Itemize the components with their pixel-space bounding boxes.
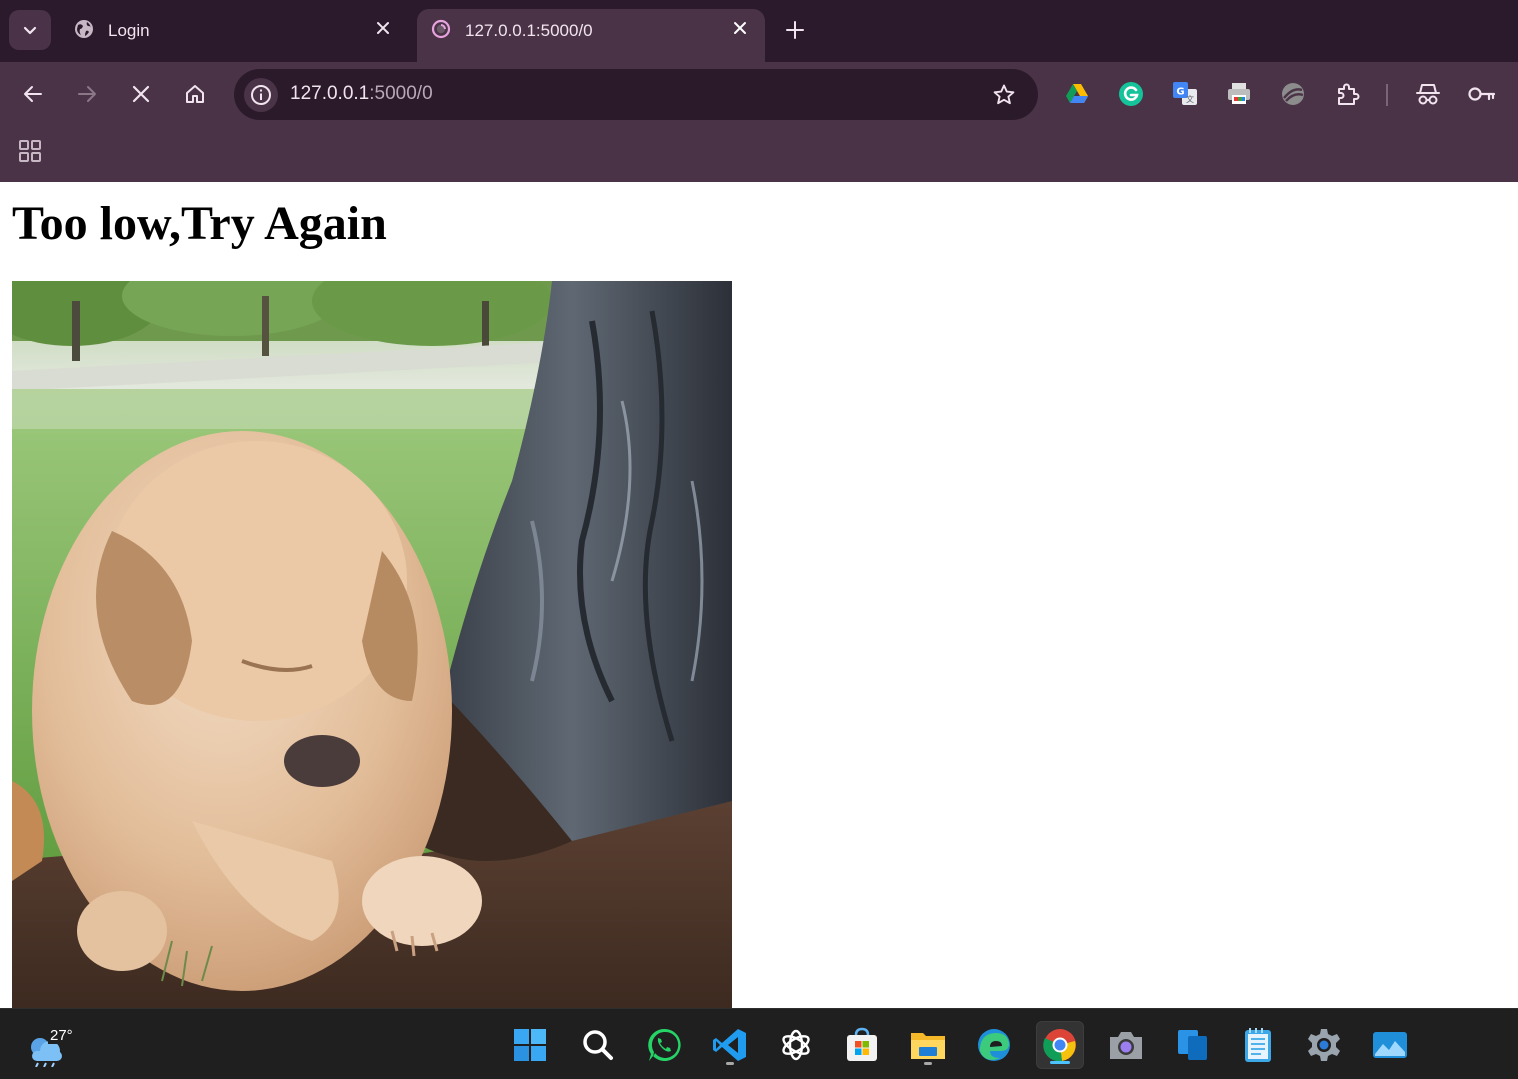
toolbar-divider [1386, 84, 1388, 106]
browser-toolbar: 127.0.0.1:5000/0 G 文 [0, 62, 1518, 128]
stop-loading-button[interactable] [123, 76, 159, 112]
windows-app-icon [1178, 1030, 1207, 1060]
forward-button[interactable] [69, 76, 105, 112]
print-friendly-icon [1228, 83, 1250, 104]
tab-strip: Login 127.0.0.1:5000/0 [0, 0, 1518, 62]
tab-login[interactable]: Login [60, 9, 408, 62]
url-text[interactable]: 127.0.0.1:5000/0 [290, 83, 433, 105]
notepad-icon [1245, 1028, 1271, 1062]
file-explorer-icon [911, 1033, 945, 1059]
taskbar-chrome[interactable] [1036, 1021, 1084, 1069]
url-host: 127.0.0.1 [290, 83, 370, 104]
google-drive-extension[interactable] [1062, 78, 1092, 110]
forward-icon [78, 86, 96, 102]
globe-icon [75, 20, 93, 38]
active-indicator [1050, 1061, 1070, 1064]
vpn-extension[interactable] [1278, 78, 1308, 110]
info-icon [251, 85, 271, 105]
back-icon [24, 86, 42, 102]
vpn-extension-icon [1282, 83, 1304, 105]
photos-icon [1373, 1032, 1407, 1058]
extensions-menu-button[interactable] [1332, 78, 1362, 110]
loading-spinner-icon [431, 19, 451, 39]
bookmarks-bar [0, 128, 1518, 182]
web-page: Too low,Try Again [0, 182, 1518, 1008]
svg-text:文: 文 [1186, 94, 1194, 104]
chevron-down-icon [23, 26, 37, 35]
grammarly-icon [1119, 82, 1143, 106]
url-path: :5000/0 [369, 83, 433, 104]
tab-title: 127.0.0.1:5000/0 [465, 21, 593, 40]
site-info-button[interactable] [244, 78, 278, 112]
chatgpt-icon [782, 1029, 810, 1061]
taskbar-chatgpt[interactable] [772, 1021, 820, 1069]
weather-widget[interactable]: 27° [26, 1023, 75, 1067]
back-button[interactable] [15, 76, 51, 112]
settings-icon [1308, 1029, 1340, 1061]
home-button[interactable] [177, 76, 213, 112]
password-manager-button[interactable] [1467, 78, 1497, 110]
plus-icon [786, 21, 804, 39]
stop-icon [132, 85, 150, 103]
running-indicator [726, 1062, 734, 1065]
taskbar-photos[interactable] [1366, 1021, 1414, 1069]
svg-text:G: G [1176, 87, 1184, 98]
taskbar-whatsapp[interactable] [640, 1021, 688, 1069]
apps-grid-icon [19, 140, 41, 162]
star-icon [993, 84, 1015, 105]
taskbar-start-button[interactable] [506, 1021, 554, 1069]
running-indicator [924, 1062, 932, 1065]
taskbar-edge[interactable] [970, 1021, 1018, 1069]
new-tab-button[interactable] [780, 14, 810, 46]
google-translate-extension[interactable]: G 文 [1170, 78, 1200, 110]
vscode-icon [713, 1029, 746, 1061]
windows-taskbar: 27° [0, 1008, 1518, 1079]
camera-icon [1110, 1032, 1142, 1059]
close-icon [734, 22, 746, 34]
close-tab-button[interactable] [372, 17, 394, 39]
page-heading: Too low,Try Again [12, 197, 387, 250]
chrome-icon [1043, 1029, 1076, 1062]
home-icon [186, 85, 204, 103]
close-icon [377, 22, 389, 34]
print-friendly-extension[interactable] [1224, 78, 1254, 110]
start-icon [514, 1029, 546, 1061]
taskbar-search-button[interactable] [574, 1021, 622, 1069]
incognito-profile-button[interactable] [1413, 78, 1443, 110]
google-drive-icon [1066, 84, 1088, 103]
grammarly-extension[interactable] [1116, 78, 1146, 110]
close-tab-button[interactable] [729, 17, 751, 39]
taskbar-notepad[interactable] [1234, 1021, 1282, 1069]
bookmark-button[interactable] [990, 81, 1018, 109]
edge-icon [978, 1029, 1010, 1061]
taskbar-camera[interactable] [1102, 1021, 1150, 1069]
tab-search-button[interactable] [9, 10, 51, 50]
address-bar[interactable]: 127.0.0.1:5000/0 [234, 69, 1038, 120]
taskbar-file-explorer[interactable] [904, 1021, 952, 1069]
whatsapp-icon [648, 1028, 681, 1061]
tab-title: Login [108, 21, 150, 40]
weather-temperature: 27° [48, 1027, 75, 1044]
apps-button[interactable] [16, 137, 44, 165]
puppy-gif-image [12, 281, 732, 1008]
puppy-digging-illustration [12, 281, 732, 1008]
microsoft-store-icon [847, 1027, 877, 1061]
taskbar-settings[interactable] [1300, 1021, 1348, 1069]
search-icon [583, 1030, 613, 1060]
extensions-puzzle-icon [1338, 83, 1360, 105]
password-key-icon [1468, 87, 1496, 101]
taskbar-microsoft-store[interactable] [838, 1021, 886, 1069]
taskbar-windows-app[interactable] [1168, 1021, 1216, 1069]
google-translate-icon: G 文 [1173, 82, 1197, 105]
taskbar-vscode[interactable] [706, 1021, 754, 1069]
incognito-icon [1416, 84, 1440, 105]
tab-current[interactable]: 127.0.0.1:5000/0 [417, 9, 765, 62]
